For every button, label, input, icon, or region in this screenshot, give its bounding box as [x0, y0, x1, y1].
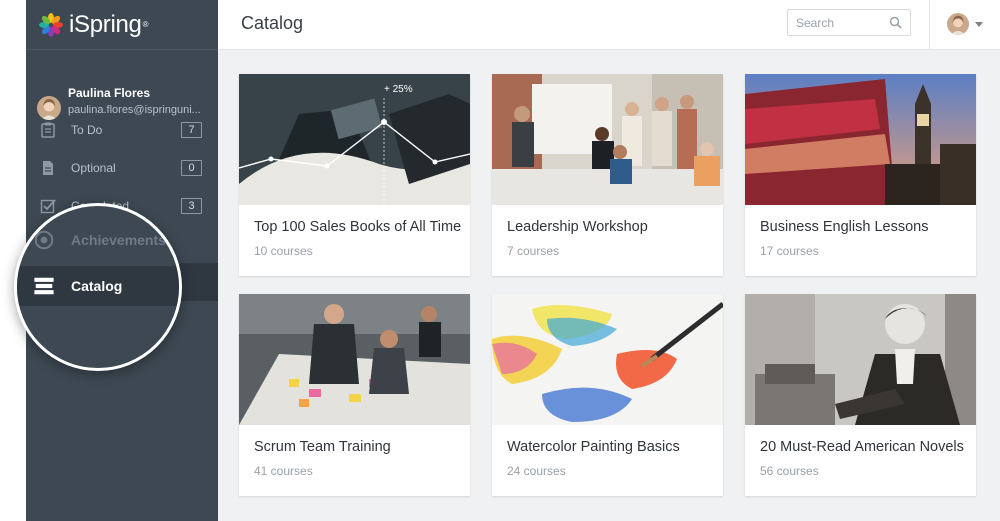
logo[interactable]: iSpring ®	[26, 0, 218, 50]
search-box[interactable]	[787, 9, 911, 36]
ispring-logo-icon	[39, 12, 63, 37]
catalog-card[interactable]: Leadership Workshop 7 courses	[492, 74, 723, 276]
card-course-count: 56 courses	[760, 464, 819, 478]
sidebar-item-todo[interactable]: To Do 7	[26, 111, 218, 149]
catalog-card[interactable]: + 25% Top 100 Sales Books of All Time 10…	[239, 74, 470, 276]
card-image	[745, 294, 976, 425]
checkbox-icon	[40, 199, 56, 214]
card-image	[492, 294, 723, 425]
clipboard-icon	[41, 122, 55, 138]
card-image	[239, 294, 470, 425]
zoom-item-label: Achievements	[71, 232, 166, 248]
card-title: Scrum Team Training	[254, 439, 391, 455]
header-bar: Catalog	[218, 0, 1000, 50]
sidebar-zoom-callout: Achievements Catalog	[14, 203, 182, 371]
brand-name: iSpring	[69, 10, 142, 38]
count-badge: 3	[181, 198, 202, 214]
zoom-sidebar-item-catalog: Catalog	[17, 266, 179, 306]
user-name: Paulina Flores	[68, 86, 151, 100]
sidebar-item-label: To Do	[71, 123, 103, 137]
header-divider	[929, 0, 930, 50]
books-icon	[34, 277, 54, 295]
card-course-count: 7 courses	[507, 244, 560, 258]
card-image	[745, 74, 976, 205]
main-content: Catalog Search + 25% Top 100 Sales Books…	[218, 0, 1000, 521]
card-title: Top 100 Sales Books of All Time	[254, 219, 462, 235]
count-badge: 0	[181, 160, 202, 176]
sidebar-item-label: Optional	[71, 161, 116, 175]
catalog-card[interactable]: Scrum Team Training 41 courses	[239, 294, 470, 496]
card-image	[492, 74, 723, 205]
card-title: Leadership Workshop	[507, 219, 648, 235]
catalog-card[interactable]: Business English Lessons 17 courses	[745, 74, 976, 276]
card-course-count: 17 courses	[760, 244, 819, 258]
card-course-count: 10 courses	[254, 244, 313, 258]
catalog-card[interactable]: 20 Must-Read American Novels 56 courses	[745, 294, 976, 496]
search-input[interactable]	[788, 10, 884, 35]
card-course-count: 24 courses	[507, 464, 566, 478]
search-icon[interactable]	[889, 16, 902, 29]
card-title: Watercolor Painting Basics	[507, 439, 680, 455]
card-course-count: 41 courses	[254, 464, 313, 478]
document-icon	[43, 161, 53, 175]
card-title: Business English Lessons	[760, 219, 929, 235]
badge-icon	[34, 230, 54, 250]
chart-overlay-label: + 25%	[384, 84, 413, 95]
card-title: 20 Must-Read American Novels	[760, 439, 964, 455]
sidebar-item-optional[interactable]: Optional 0	[26, 149, 218, 187]
user-menu-avatar[interactable]	[947, 13, 969, 35]
page-title: Catalog	[241, 13, 304, 33]
zoom-item-label: Catalog	[71, 278, 123, 294]
card-image: + 25%	[239, 74, 470, 205]
zoom-sidebar-item-achievements: Achievements	[17, 220, 179, 260]
brand-registered-mark: ®	[142, 20, 149, 29]
count-badge: 7	[181, 122, 202, 138]
chevron-down-icon[interactable]	[975, 22, 983, 27]
catalog-card[interactable]: Watercolor Painting Basics 24 courses	[492, 294, 723, 496]
